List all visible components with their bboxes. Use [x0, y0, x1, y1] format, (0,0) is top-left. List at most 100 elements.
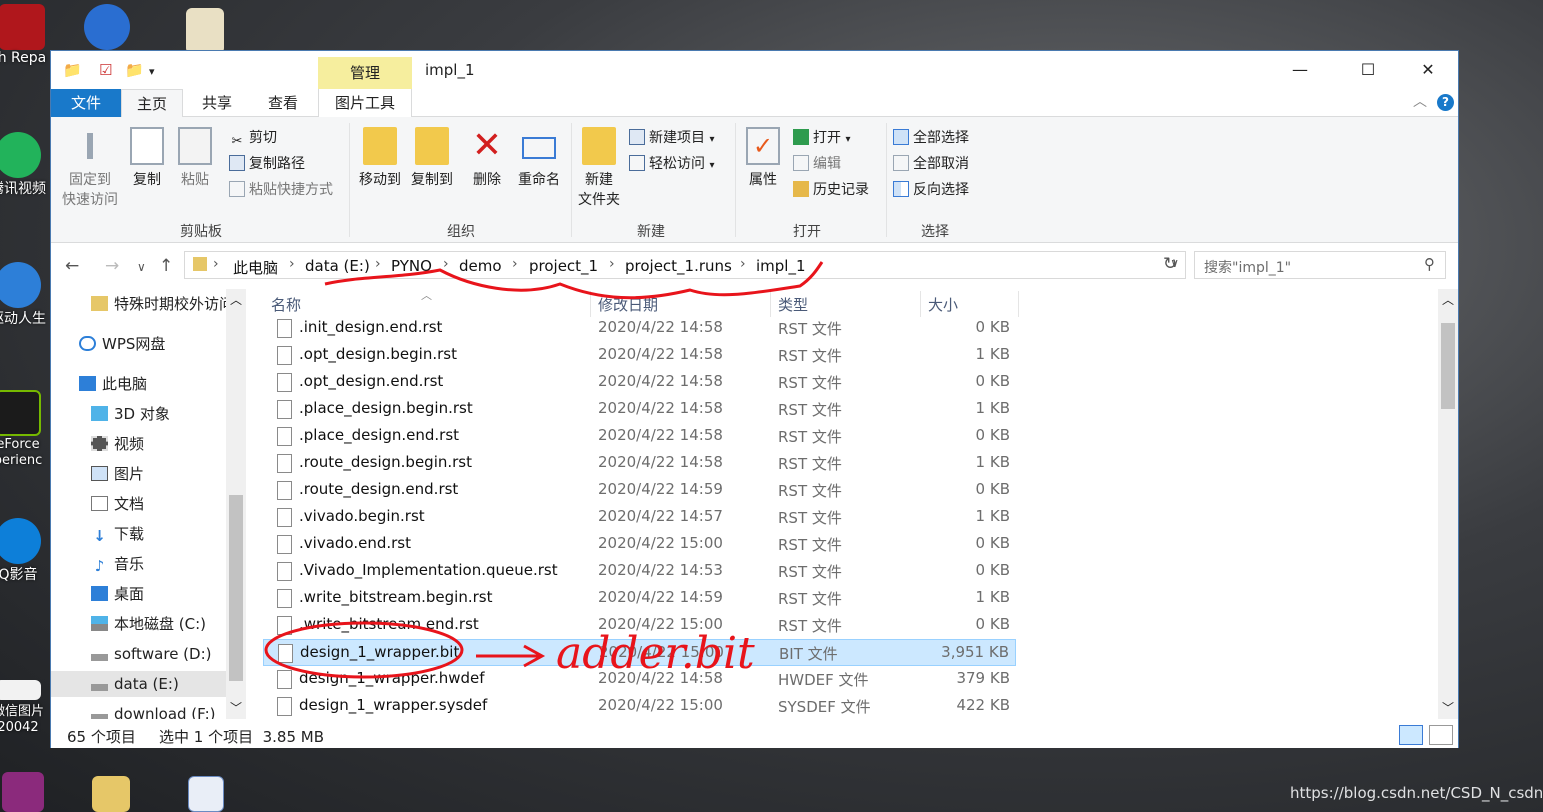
easy-access-button[interactable]: 轻松访问 ▾ — [629, 153, 714, 175]
large-icons-view-icon[interactable] — [1429, 725, 1453, 745]
tab-picture-tools[interactable]: 图片工具 — [318, 89, 412, 117]
scroll-down-icon[interactable]: ﹀ — [230, 699, 242, 716]
file-row[interactable]: .vivado.begin.rst 2020/4/22 14:57 RST 文件 1 … — [263, 504, 1016, 531]
file-row[interactable]: .route_design.begin.rst 2020/4/22 14:58 RS… — [263, 450, 1016, 477]
invert-selection-button[interactable]: 反向选择 — [893, 179, 969, 201]
customize-quick-access-icon[interactable]: ▾ — [149, 65, 155, 78]
desktop-icon-qq-player[interactable]: Q影音 — [0, 518, 48, 584]
nav-item-pictures[interactable]: 图片 — [91, 461, 144, 487]
column-separator[interactable] — [770, 291, 771, 317]
scroll-thumb[interactable] — [229, 495, 243, 681]
paste-shortcut-button[interactable]: 粘贴快捷方式 — [229, 179, 333, 201]
desktop-icon-wechat-image[interactable]: 微信图片 20042 — [0, 680, 48, 735]
title-bar[interactable]: 📁 ☑ 📁 ▾ 管理 impl_1 — ☐ ✕ — [51, 51, 1458, 89]
file-row[interactable]: .place_design.end.rst 2020/4/22 14:58 RST … — [263, 423, 1016, 450]
column-header-name[interactable]: 名称 — [271, 294, 301, 315]
breadcrumb-project-1[interactable]: project_1 — [529, 257, 598, 275]
file-row[interactable]: design_1_wrapper.hwdef 2020/4/22 14:58 HWD… — [263, 666, 1016, 693]
file-list-scrollbar[interactable]: ︿ ﹀ — [1438, 289, 1458, 719]
column-separator[interactable] — [590, 291, 591, 317]
file-row[interactable]: .opt_design.begin.rst 2020/4/22 14:58 RST … — [263, 342, 1016, 369]
copy-button[interactable]: 复制 — [125, 127, 169, 189]
breadcrumb-this-pc[interactable]: 此电脑 — [233, 257, 278, 278]
column-header-type[interactable]: 类型 — [778, 294, 808, 315]
open-button[interactable]: 打开 ▾ — [793, 127, 850, 149]
copy-to-button[interactable]: 复制到 — [407, 127, 457, 189]
tab-file[interactable]: 文件 — [51, 89, 121, 117]
nav-item-music[interactable]: ♪ 音乐 — [91, 551, 144, 577]
column-header-date[interactable]: 修改日期 — [598, 294, 658, 315]
select-all-button[interactable]: 全部选择 — [893, 127, 969, 149]
minimize-button[interactable]: — — [1277, 57, 1323, 83]
column-separator[interactable] — [1018, 291, 1019, 317]
forward-arrow-icon[interactable]: → — [105, 256, 119, 276]
nav-item-wps-cloud[interactable]: WPS网盘 — [79, 331, 165, 357]
breadcrumb-data-e[interactable]: data (E:) — [305, 257, 370, 275]
scroll-up-icon[interactable]: ︿ — [230, 291, 242, 308]
file-row[interactable]: .write_bitstream.end.rst 2020/4/22 15:00 R… — [263, 612, 1016, 639]
scroll-down-icon[interactable]: ﹀ — [1442, 699, 1454, 716]
nav-item-videos[interactable]: 视频 — [91, 431, 144, 457]
file-list[interactable]: 名称 ︿ 修改日期 类型 大小 .init_design.end.rst 2020… — [263, 289, 1438, 719]
back-arrow-icon[interactable]: ← — [65, 256, 79, 276]
delete-button[interactable]: ✕ 删除 — [465, 127, 509, 189]
search-input[interactable]: 搜索"impl_1" ⚲ — [1194, 251, 1446, 279]
edit-button[interactable]: 编辑 — [793, 153, 841, 175]
nav-item-3d-objects[interactable]: 3D 对象 — [91, 401, 170, 427]
address-bar[interactable]: › 此电脑 › data (E:) › PYNQ › demo › projec… — [184, 251, 1186, 279]
nav-item-drive-c[interactable]: 本地磁盘 (C:) — [91, 611, 206, 637]
column-separator[interactable] — [920, 291, 921, 317]
collapse-ribbon-icon[interactable]: ︿ — [1413, 91, 1427, 111]
up-arrow-icon[interactable]: ↑ — [159, 256, 173, 276]
nav-item-drive-d[interactable]: software (D:) — [91, 641, 212, 667]
explorer-window[interactable]: 📁 ☑ 📁 ▾ 管理 impl_1 — ☐ ✕ 文件 主页 共享 查看 图片工具… — [50, 50, 1459, 748]
scroll-up-icon[interactable]: ︿ — [1442, 291, 1454, 308]
nav-item-downloads[interactable]: ↓ 下载 — [91, 521, 144, 547]
select-none-button[interactable]: 全部取消 — [893, 153, 969, 175]
file-row[interactable]: .opt_design.end.rst 2020/4/22 14:58 RST 文件… — [263, 369, 1016, 396]
refresh-icon[interactable]: ↻ — [1163, 254, 1177, 274]
scroll-thumb[interactable] — [1441, 323, 1455, 409]
file-row[interactable]: design_1_wrapper.sysdef 2020/4/22 15:00 SY… — [263, 693, 1016, 719]
nav-item-drive-e[interactable]: data (E:) — [51, 671, 226, 697]
nav-item-documents[interactable]: 文档 — [91, 491, 144, 517]
file-row[interactable]: .place_design.begin.rst 2020/4/22 14:58 RS… — [263, 396, 1016, 423]
help-icon[interactable]: ? — [1437, 94, 1454, 111]
tab-manage[interactable]: 管理 — [318, 57, 412, 89]
nav-item-drive-f[interactable]: download (F:) — [91, 701, 216, 719]
rename-button[interactable]: 重命名 — [513, 127, 565, 189]
nav-scrollbar[interactable]: ︿ ﹀ — [226, 289, 246, 719]
file-row[interactable]: .init_design.end.rst 2020/4/22 14:58 RST 文… — [263, 315, 1016, 342]
nav-item-desktop[interactable]: 桌面 — [91, 581, 144, 607]
breadcrumb-impl-1[interactable]: impl_1 — [756, 257, 806, 275]
file-row[interactable]: .route_design.end.rst 2020/4/22 14:59 RST … — [263, 477, 1016, 504]
pin-quick-access-button[interactable]: 固定到 快速访问 — [57, 127, 123, 209]
nav-item-this-pc[interactable]: 此电脑 — [79, 371, 147, 397]
column-header-size[interactable]: 大小 — [928, 294, 958, 315]
new-folder-button[interactable]: 新建 文件夹 — [573, 127, 625, 209]
paste-button[interactable]: 粘贴 — [173, 127, 217, 189]
file-row[interactable]: .write_bitstream.begin.rst 2020/4/22 14:5… — [263, 585, 1016, 612]
desktop-icon-flash[interactable]: h Repa — [0, 4, 52, 66]
desktop-icon-driver-life[interactable]: 驱动人生 — [0, 262, 48, 328]
file-row[interactable]: .vivado.end.rst 2020/4/22 15:00 RST 文件 0 KB — [263, 531, 1016, 558]
new-folder-quick-icon[interactable]: 📁 — [125, 61, 144, 79]
close-button[interactable]: ✕ — [1405, 57, 1451, 83]
cut-button[interactable]: ✂ 剪切 — [229, 127, 277, 149]
navigation-pane[interactable]: 特殊时期校外访问 WPS网盘 此电脑 3D 对象 视频 图片 文档 ↓ 下载 ♪ 音… — [51, 289, 246, 719]
nav-item-special-folder[interactable]: 特殊时期校外访问 — [91, 291, 234, 317]
properties-quick-icon[interactable]: ☑ — [99, 61, 112, 79]
maximize-button[interactable]: ☐ — [1345, 57, 1391, 83]
copy-path-button[interactable]: 复制路径 — [229, 153, 305, 175]
desktop-icon-geforce[interactable]: eForce perienc — [0, 390, 48, 468]
file-row[interactable]: .Vivado_Implementation.queue.rst 2020/4/2… — [263, 558, 1016, 585]
details-view-icon[interactable] — [1399, 725, 1423, 745]
breadcrumb-pynq[interactable]: PYNQ — [391, 257, 432, 275]
move-to-button[interactable]: 移动到 — [355, 127, 405, 189]
tab-home[interactable]: 主页 — [121, 89, 183, 118]
tab-view[interactable]: 查看 — [251, 89, 315, 117]
desktop-icon-tencent-video[interactable]: 腾讯视频 — [0, 132, 48, 198]
history-button[interactable]: 历史记录 — [793, 179, 869, 201]
properties-button[interactable]: ✓ 属性 — [741, 127, 785, 189]
breadcrumb-project-1-runs[interactable]: project_1.runs — [625, 257, 732, 275]
